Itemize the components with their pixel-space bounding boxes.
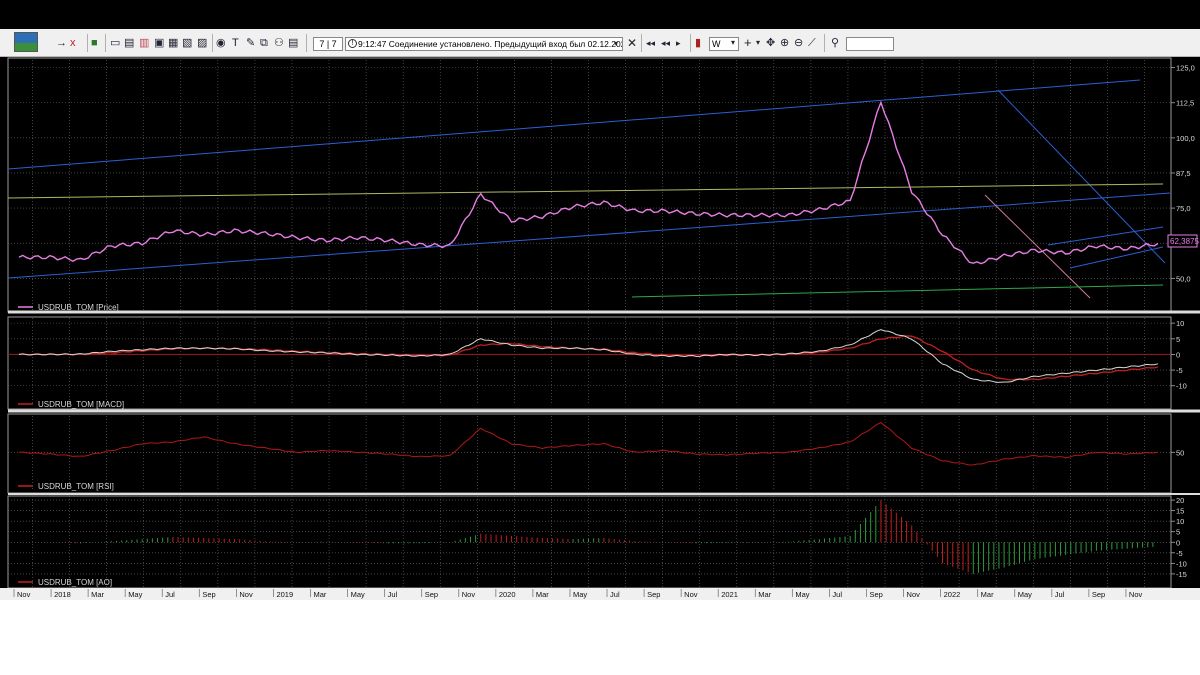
time-label: Jul [610, 590, 620, 599]
time-label: Mar [758, 590, 771, 599]
y-axis-label: -5 [1176, 366, 1183, 375]
y-axis-label: -15 [1176, 570, 1187, 579]
time-label: May [573, 590, 587, 599]
y-axis-label: 125,0 [1176, 64, 1195, 73]
y-axis-label: 75,0 [1176, 204, 1191, 213]
time-label: Jul [1055, 590, 1065, 599]
macd-panel[interactable] [7, 316, 1172, 410]
y-axis-label: 100,0 [1176, 134, 1195, 143]
rsi-legend[interactable]: USDRUB_TOM [RSI] [38, 482, 114, 491]
time-label: Sep [1092, 590, 1105, 599]
y-axis-label: 20 [1176, 496, 1184, 505]
time-label: 2018 [54, 590, 71, 599]
time-label: 2022 [944, 590, 961, 599]
time-label: Sep [869, 590, 882, 599]
time-label: Sep [647, 590, 660, 599]
y-axis-label: -10 [1176, 559, 1187, 568]
time-label: Mar [536, 590, 549, 599]
price-panel[interactable] [7, 57, 1172, 313]
time-label: Sep [425, 590, 438, 599]
time-label: Mar [91, 590, 104, 599]
time-label: May [1018, 590, 1032, 599]
y-axis-label: 87,5 [1176, 169, 1191, 178]
ao-legend[interactable]: USDRUB_TOM [AO] [38, 578, 112, 587]
macd-legend[interactable]: USDRUB_TOM [MACD] [38, 400, 124, 409]
time-label: May [351, 590, 365, 599]
y-axis-label: 10 [1176, 319, 1184, 328]
y-axis-label: 5 [1176, 528, 1180, 537]
time-label: Mar [981, 590, 994, 599]
y-axis-label: 5 [1176, 335, 1180, 344]
chart-area[interactable]: Nov 2018 Mar May Jul Sep Nov 2019 Mar May Jul Sep No… [0, 0, 1200, 600]
time-label: Jul [388, 590, 398, 599]
time-label: Nov [239, 590, 253, 599]
time-label: Nov [1129, 590, 1143, 599]
time-label: Mar [314, 590, 327, 599]
trading-terminal-window: → x ■ ▭ ▤ ▥ ▣ ▦ ▧ ▨ ◉ T ✎ ⧉ ⚇ ▤ 7 | 7 ! … [0, 0, 1200, 600]
rsi-panel[interactable] [7, 413, 1172, 494]
y-axis-label: 112,5 [1176, 99, 1194, 108]
y-axis-label: 15 [1176, 507, 1184, 516]
time-label: Nov [462, 590, 476, 599]
y-axis-label: -10 [1176, 382, 1187, 391]
time-label: May [128, 590, 142, 599]
time-label: Jul [165, 590, 175, 599]
time-label: May [795, 590, 809, 599]
y-axis-label: 10 [1176, 517, 1184, 526]
y-axis-label: 50 [1176, 448, 1184, 457]
last-price-label: 62,3875 [1170, 237, 1199, 246]
time-label: 2019 [276, 590, 293, 599]
time-label: Nov [907, 590, 921, 599]
time-label: Nov [684, 590, 698, 599]
time-label: 2020 [499, 590, 516, 599]
price-legend[interactable]: USDRUB_TOM [Price] [38, 303, 119, 312]
y-axis-label: 50,0 [1176, 274, 1191, 283]
time-label: Nov [17, 590, 31, 599]
y-axis-label: 0 [1176, 350, 1180, 359]
y-axis-label: 0 [1176, 538, 1180, 547]
time-label: Sep [202, 590, 215, 599]
y-axis-label: -5 [1176, 549, 1183, 558]
time-label: Jul [832, 590, 842, 599]
time-label: 2021 [721, 590, 738, 599]
